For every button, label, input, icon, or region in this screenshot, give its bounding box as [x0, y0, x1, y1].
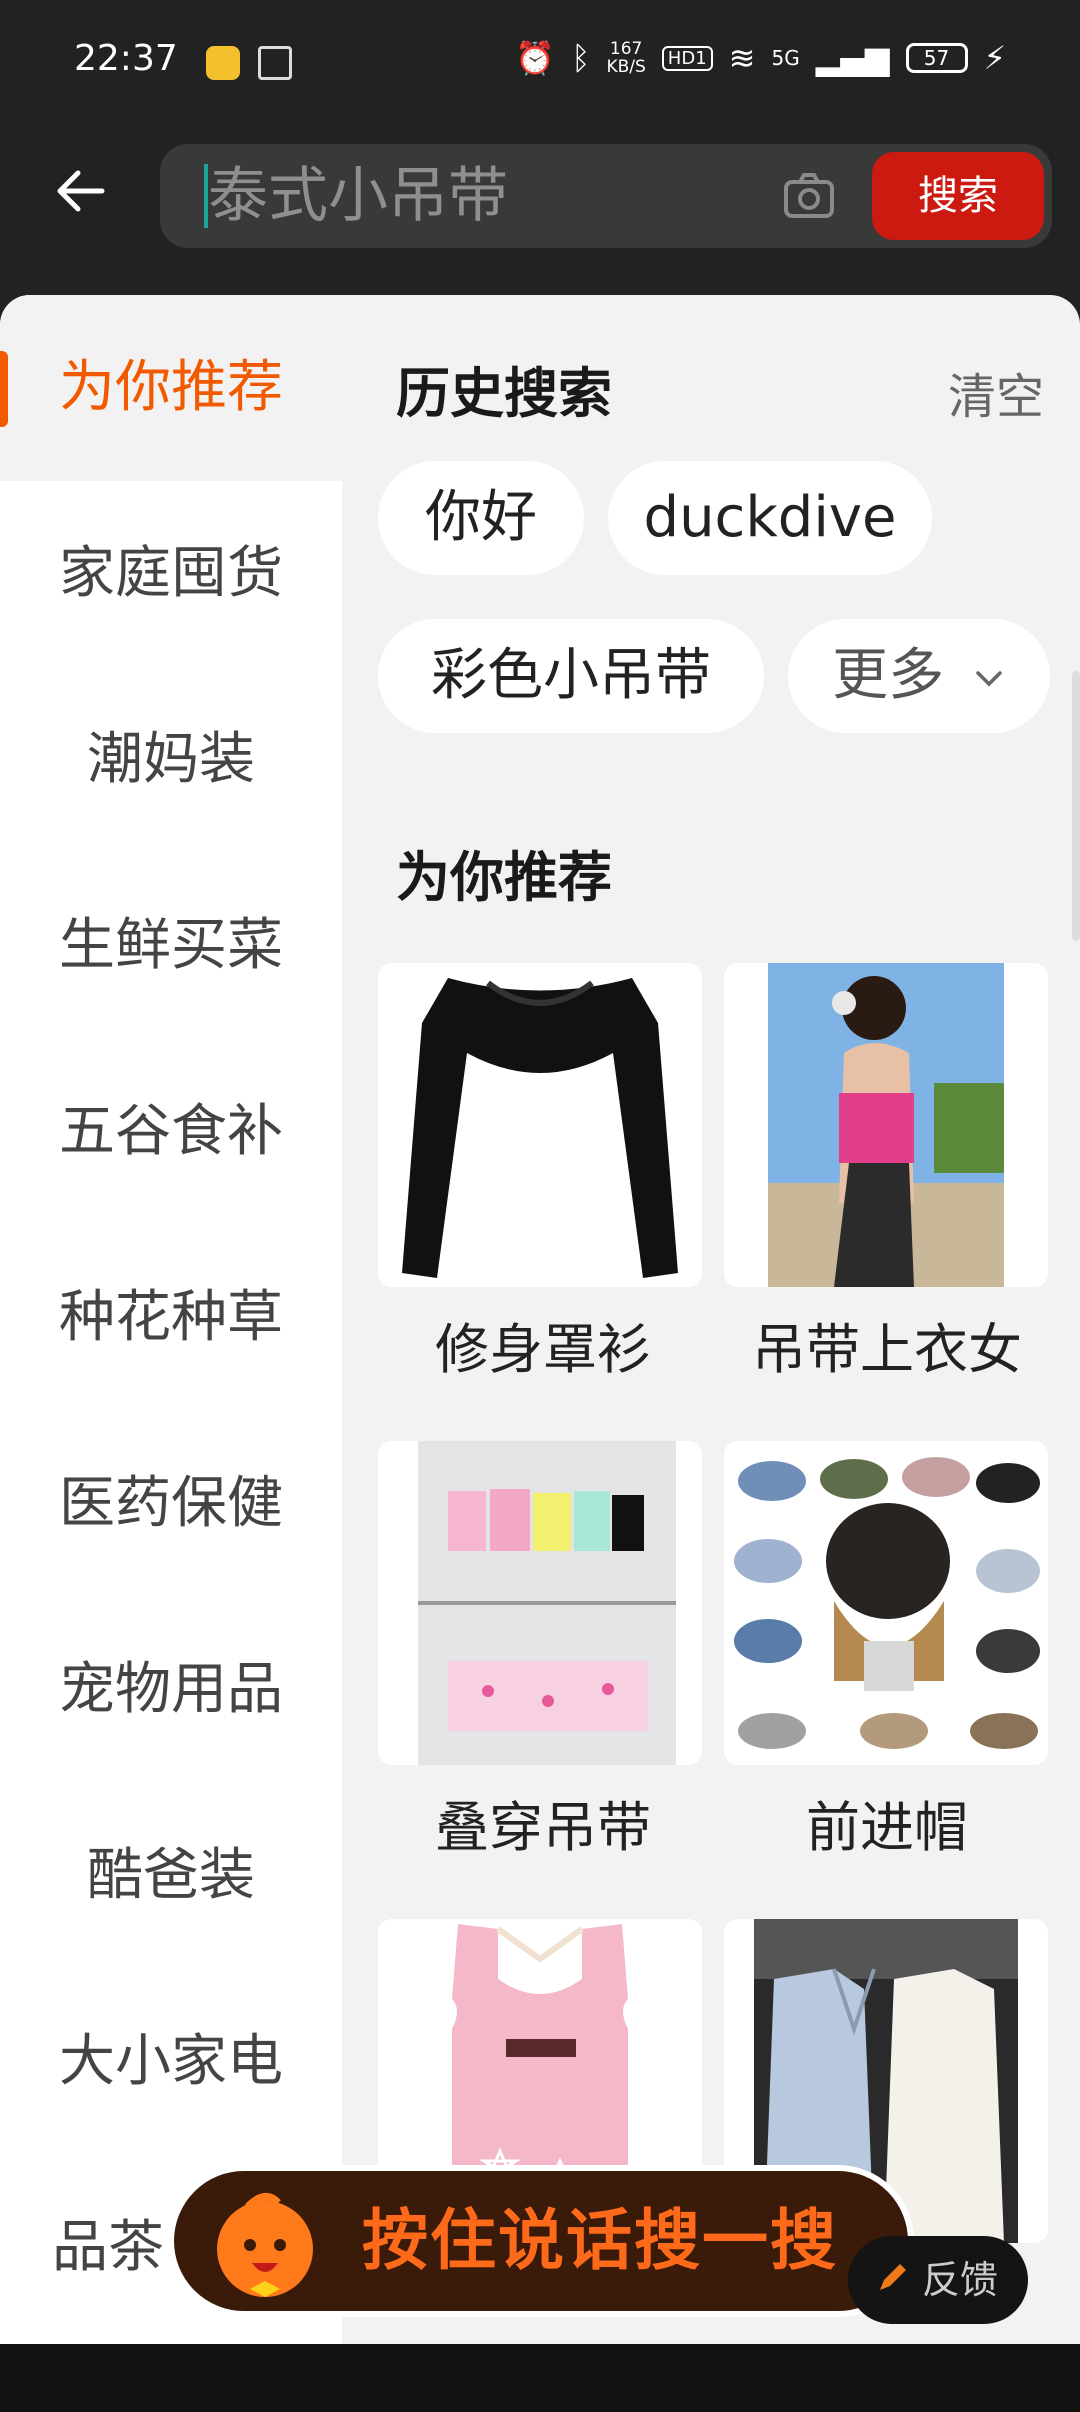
- sidebar-item-grains[interactable]: 五谷食补: [0, 1039, 342, 1225]
- sidebar-item-appliances[interactable]: 大小家电: [0, 1969, 342, 2155]
- pencil-icon: [880, 2264, 906, 2290]
- voice-search-button[interactable]: 按住说话搜一搜: [168, 2165, 914, 2317]
- wifi-icon: ≋: [728, 39, 756, 77]
- feedback-button[interactable]: 反馈: [848, 2236, 1028, 2324]
- bluetooth-icon: ᛒ: [571, 39, 591, 77]
- history-chip[interactable]: 彩色小吊带: [378, 619, 764, 733]
- history-chip[interactable]: duckdive: [608, 461, 932, 575]
- product-card-layered-camisole[interactable]: [378, 1441, 702, 1765]
- search-input-value: 泰式小吊带: [208, 161, 508, 231]
- battery-icon: 57: [905, 43, 968, 73]
- notes-app-icon: [206, 46, 240, 80]
- product-image-layered-camisole: [378, 1441, 702, 1765]
- product-image-beret: [724, 1441, 1048, 1765]
- signal-icon: ▂▄▆: [815, 39, 890, 77]
- main-panel: 为你推荐 家庭囤货 潮妈装 生鲜买菜 五谷食补 种花种草 医药保健 宠物用品 酷…: [0, 295, 1080, 2412]
- content-area: 历史搜索 清空 你好 duckdive 彩色小吊带 更多 为你推荐 修身罩衫 吊…: [342, 295, 1080, 2412]
- charging-icon: ⚡: [983, 39, 1006, 77]
- category-sidebar: 为你推荐 家庭囤货 潮妈装 生鲜买菜 五谷食补 种花种草 医药保健 宠物用品 酷…: [0, 295, 342, 2412]
- network-speed: 167 KB/S: [606, 40, 645, 76]
- status-bar: 22:37 ⏰ ᛒ 167 KB/S HD1 ≋ 5G ▂▄▆ 57 ⚡: [0, 0, 1080, 125]
- back-arrow-icon[interactable]: [52, 161, 112, 221]
- sidebar-item-mom-fashion[interactable]: 潮妈装: [0, 667, 342, 853]
- speed-value: 167: [609, 39, 643, 59]
- status-time: 22:37: [74, 38, 178, 79]
- scrollbar[interactable]: [1072, 671, 1080, 941]
- alarm-icon: ⏰: [515, 39, 556, 77]
- speed-unit: KB/S: [606, 57, 646, 77]
- network-type: 5G: [771, 46, 800, 70]
- sidebar-item-health[interactable]: 医药保健: [0, 1411, 342, 1597]
- more-label: 更多: [832, 643, 945, 708]
- mascot-icon: [217, 2193, 313, 2297]
- product-label: 修身罩衫: [435, 1318, 651, 1381]
- navigation-bar: [0, 2344, 1080, 2412]
- search-input[interactable]: 泰式小吊带 搜索: [160, 144, 1052, 248]
- notification-app-icon: [258, 46, 292, 80]
- search-header: 泰式小吊带 搜索: [0, 125, 1080, 265]
- history-title: 历史搜索: [396, 362, 612, 425]
- sidebar-item-gardening[interactable]: 种花种草: [0, 1225, 342, 1411]
- product-card-beret[interactable]: [724, 1441, 1048, 1765]
- product-label: 前进帽: [806, 1796, 968, 1859]
- status-icons: ⏰ ᛒ 167 KB/S HD1 ≋ 5G ▂▄▆ 57 ⚡: [515, 38, 1006, 78]
- sidebar-item-recommend[interactable]: 为你推荐: [0, 295, 342, 481]
- sidebar-item-fresh-grocery[interactable]: 生鲜买菜: [0, 853, 342, 1039]
- recommend-title: 为你推荐: [396, 846, 612, 909]
- history-chip[interactable]: 你好: [378, 461, 584, 575]
- sidebar-item-pets[interactable]: 宠物用品: [0, 1597, 342, 1783]
- feedback-label: 反馈: [921, 2258, 998, 2302]
- history-more-button[interactable]: 更多: [788, 619, 1050, 733]
- product-image-shrug: [378, 963, 702, 1287]
- voice-search-label: 按住说话搜一搜: [362, 2202, 838, 2279]
- hd-badge: HD1: [661, 45, 713, 71]
- search-button[interactable]: 搜索: [872, 152, 1044, 240]
- sidebar-item-household[interactable]: 家庭囤货: [0, 481, 342, 667]
- camera-icon[interactable]: [782, 170, 836, 224]
- product-card-camisole[interactable]: [724, 963, 1048, 1287]
- clear-history-button[interactable]: 清空: [948, 357, 1044, 427]
- product-label: 吊带上衣女: [752, 1318, 1022, 1381]
- product-card-shrug[interactable]: [378, 963, 702, 1287]
- product-image-camisole: [724, 963, 1048, 1287]
- product-label: 叠穿吊带: [435, 1796, 651, 1859]
- chevron-down-icon: [976, 671, 1002, 687]
- sidebar-item-dad-fashion[interactable]: 酷爸装: [0, 1783, 342, 1969]
